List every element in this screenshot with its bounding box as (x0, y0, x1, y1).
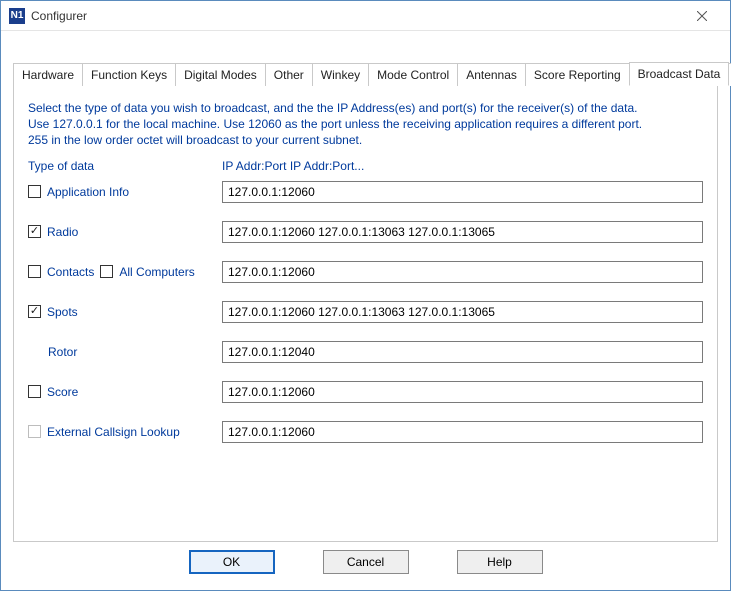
window-title: Configurer (31, 9, 87, 23)
row-external-callsign-lookup: External Callsign Lookup (28, 421, 703, 443)
titlebar: N1 Configurer (1, 1, 730, 31)
dialog-buttons: OK Cancel Help (13, 542, 718, 578)
tabstrip: Hardware Function Keys Digital Modes Oth… (13, 61, 718, 86)
score-label: Score (47, 385, 78, 399)
external-callsign-lookup-label: External Callsign Lookup (47, 425, 180, 439)
checkbox-icon (28, 385, 41, 398)
contacts-checkbox[interactable]: Contacts (28, 265, 94, 279)
header-ip-addr-port: IP Addr:Port IP Addr:Port... (222, 159, 364, 173)
intro-line-2: Use 127.0.0.1 for the local machine. Use… (28, 116, 703, 132)
rotor-input[interactable] (222, 341, 703, 363)
intro-line-3: 255 in the low order octet will broadcas… (28, 132, 703, 148)
checkbox-icon (28, 185, 41, 198)
row-radio: ✓ Radio (28, 221, 703, 243)
close-button[interactable] (682, 4, 722, 28)
row-score: Score (28, 381, 703, 403)
radio-checkbox[interactable]: ✓ Radio (28, 225, 78, 239)
tab-mode-control[interactable]: Mode Control (368, 63, 458, 86)
row-rotor: Rotor (28, 341, 703, 363)
tab-antennas[interactable]: Antennas (457, 63, 526, 86)
checkbox-icon (100, 265, 113, 278)
tab-score-reporting[interactable]: Score Reporting (525, 63, 630, 86)
tab-digital-modes[interactable]: Digital Modes (175, 63, 266, 86)
app-icon: N1 (9, 8, 25, 24)
row-contacts: Contacts All Computers (28, 261, 703, 283)
contacts-input[interactable] (222, 261, 703, 283)
column-headers: Type of data IP Addr:Port IP Addr:Port..… (28, 159, 703, 173)
checkbox-icon (28, 425, 41, 438)
help-button[interactable]: Help (457, 550, 543, 574)
checkbox-icon (28, 265, 41, 278)
cancel-button[interactable]: Cancel (323, 550, 409, 574)
client-area: Hardware Function Keys Digital Modes Oth… (1, 31, 730, 590)
row-application-info: Application Info (28, 181, 703, 203)
tab-winkey[interactable]: Winkey (312, 63, 369, 86)
radio-input[interactable] (222, 221, 703, 243)
tab-function-keys[interactable]: Function Keys (82, 63, 176, 86)
contacts-label: Contacts (47, 265, 94, 279)
intro-line-1: Select the type of data you wish to broa… (28, 100, 703, 116)
intro-text: Select the type of data you wish to broa… (28, 100, 703, 149)
application-info-label: Application Info (47, 185, 129, 199)
ok-button[interactable]: OK (189, 550, 275, 574)
header-type-of-data: Type of data (28, 159, 222, 173)
tab-hardware[interactable]: Hardware (13, 63, 83, 86)
checkbox-icon: ✓ (28, 225, 41, 238)
external-callsign-lookup-input[interactable] (222, 421, 703, 443)
spots-label: Spots (47, 305, 78, 319)
application-info-checkbox[interactable]: Application Info (28, 185, 129, 199)
checkbox-icon: ✓ (28, 305, 41, 318)
tab-other[interactable]: Other (265, 63, 313, 86)
spots-input[interactable] (222, 301, 703, 323)
tab-broadcast-data[interactable]: Broadcast Data (629, 62, 730, 86)
application-info-input[interactable] (222, 181, 703, 203)
all-computers-label: All Computers (119, 265, 194, 279)
score-input[interactable] (222, 381, 703, 403)
external-callsign-lookup-checkbox[interactable]: External Callsign Lookup (28, 425, 180, 439)
radio-label: Radio (47, 225, 78, 239)
configurer-window: N1 Configurer Hardware Function Keys Dig… (0, 0, 731, 591)
close-icon (697, 11, 707, 21)
rotor-label: Rotor (28, 345, 77, 359)
all-computers-checkbox[interactable]: All Computers (100, 265, 194, 279)
score-checkbox[interactable]: Score (28, 385, 78, 399)
broadcast-data-panel: Select the type of data you wish to broa… (13, 86, 718, 542)
row-spots: ✓ Spots (28, 301, 703, 323)
spots-checkbox[interactable]: ✓ Spots (28, 305, 78, 319)
